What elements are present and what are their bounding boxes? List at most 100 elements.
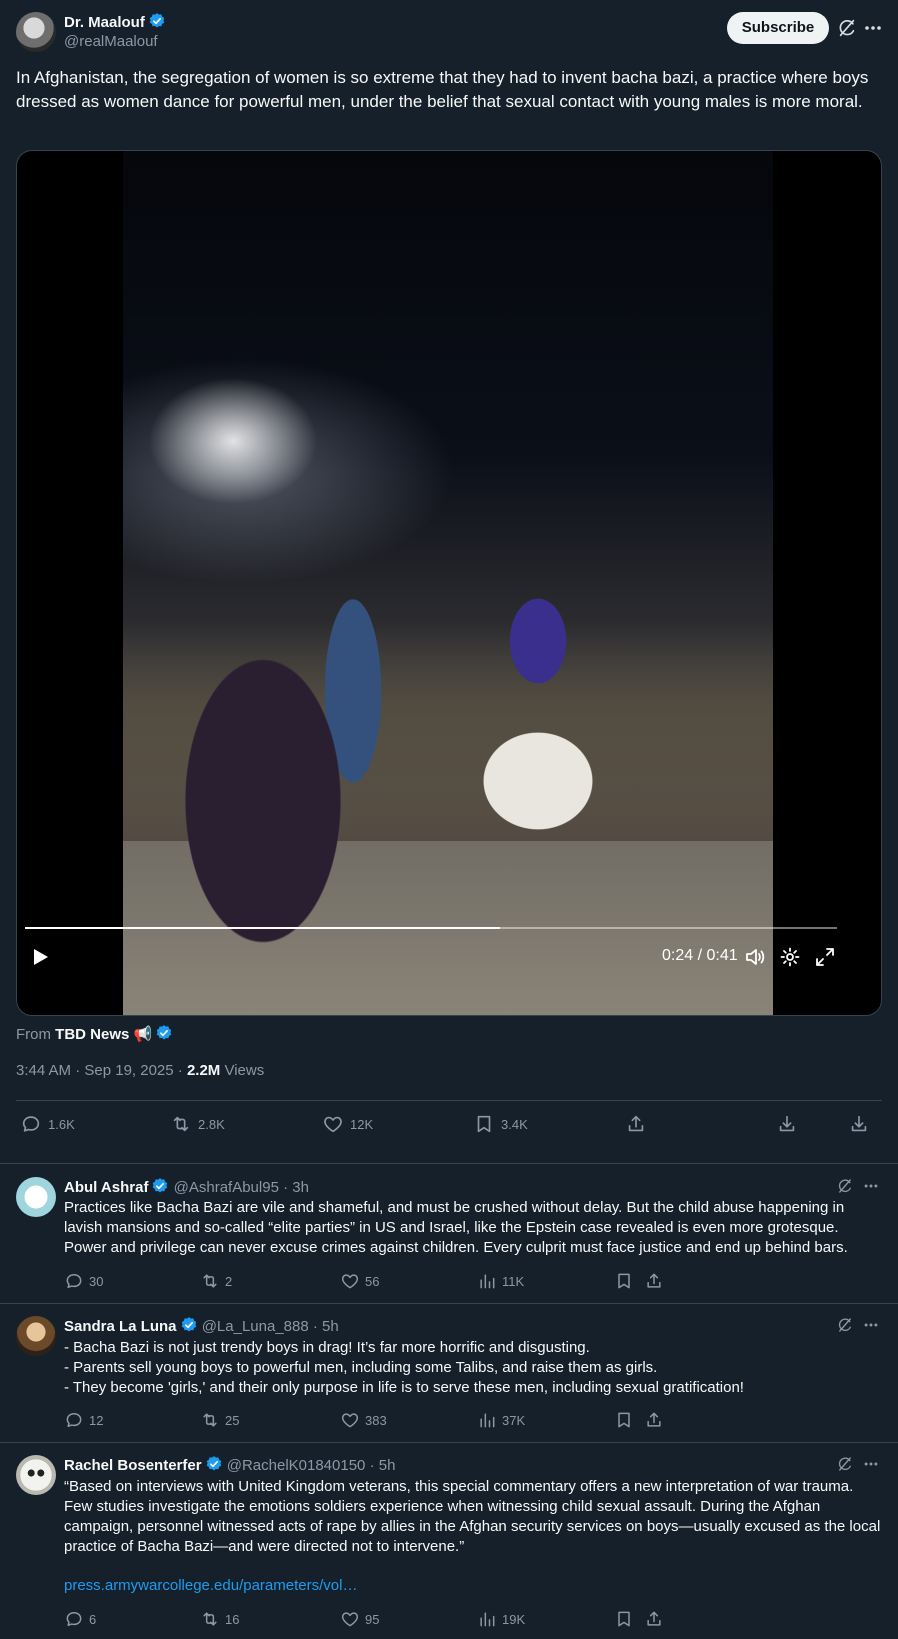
reply-time[interactable]: · 3h: [279, 1179, 309, 1196]
reply-text-line: - Bacha Bazi is not just trendy boys in …: [64, 1339, 590, 1356]
like-icon: [340, 1271, 360, 1291]
more-icon[interactable]: [862, 17, 884, 39]
grok-icon[interactable]: [836, 1455, 858, 1477]
bookmark-button[interactable]: [614, 1410, 639, 1430]
reply-count: 30: [89, 1273, 104, 1289]
grok-icon[interactable]: [836, 1177, 858, 1199]
reply-time[interactable]: · 5h: [309, 1318, 339, 1335]
reply-author-handle[interactable]: @La_Luna_888: [202, 1318, 309, 1335]
views-icon: [477, 1271, 497, 1291]
reply-button[interactable]: 1.6K: [20, 1113, 75, 1135]
like-icon: [340, 1609, 360, 1629]
views-icon: [477, 1609, 497, 1629]
like-count: 383: [365, 1412, 387, 1428]
repost-button[interactable]: 16: [200, 1609, 239, 1629]
from-prefix: From: [16, 1026, 51, 1043]
repost-icon: [200, 1410, 220, 1430]
share-button[interactable]: [644, 1609, 669, 1629]
share-button[interactable]: [625, 1113, 653, 1135]
volume-icon[interactable]: [744, 946, 766, 968]
tweet-timestamp[interactable]: 3:44 AM · Sep 19, 2025 ·: [16, 1062, 187, 1079]
like-button[interactable]: 95: [340, 1609, 379, 1629]
bookmark-button[interactable]: [614, 1609, 639, 1629]
play-icon[interactable]: [29, 946, 51, 968]
like-button[interactable]: 56: [340, 1271, 379, 1291]
share-icon: [644, 1410, 664, 1430]
views-button[interactable]: 11K: [477, 1271, 524, 1291]
verified-badge-icon: [180, 1316, 198, 1334]
views-count: 19K: [502, 1611, 526, 1627]
author-handle[interactable]: @realMaalouf: [64, 33, 158, 50]
reply-author-handle[interactable]: @RachelK01840150: [227, 1457, 366, 1474]
video-progress-fill: [25, 927, 501, 929]
share-button[interactable]: [644, 1271, 669, 1291]
from-attribution: From TBD News 📢: [16, 1024, 173, 1043]
reply-button[interactable]: 12: [64, 1410, 103, 1430]
fullscreen-icon[interactable]: [814, 946, 836, 968]
reply-text-line: - Parents sell young boys to powerful me…: [64, 1359, 658, 1376]
settings-icon[interactable]: [779, 946, 801, 968]
video-time: 0:24 / 0:41: [662, 947, 738, 964]
subscribe-button[interactable]: Subscribe: [727, 12, 829, 44]
author-avatar[interactable]: [16, 12, 56, 52]
views-count: 37K: [502, 1412, 526, 1428]
repost-icon: [200, 1271, 220, 1291]
reply-avatar[interactable]: [16, 1177, 56, 1217]
reply-author-name[interactable]: Sandra La Luna: [64, 1318, 177, 1335]
divider: [0, 1303, 898, 1304]
reply-header: Sandra La Luna @La_Luna_888 · 5h: [64, 1316, 339, 1335]
reply-text: Practices like Bacha Bazi are vile and s…: [64, 1199, 848, 1256]
views-count: 11K: [502, 1273, 525, 1289]
repost-count: 16: [225, 1611, 240, 1627]
download-button[interactable]: [776, 1113, 804, 1135]
video-frame: [123, 151, 773, 1015]
reply-header: Rachel Bosenterfer @RachelK01840150 · 5h: [64, 1455, 395, 1474]
like-count: 56: [365, 1273, 380, 1289]
share-icon: [644, 1271, 664, 1291]
reply-button[interactable]: 30: [64, 1271, 103, 1291]
reply-icon: [20, 1113, 42, 1135]
author-block[interactable]: Dr. Maalouf: [64, 12, 166, 32]
views-icon: [477, 1410, 497, 1430]
bookmark-count: 3.4K: [501, 1116, 528, 1132]
video-player[interactable]: 0:24 / 0:41: [16, 150, 882, 1016]
repost-button[interactable]: 25: [200, 1410, 239, 1430]
like-button[interactable]: 12K: [322, 1113, 373, 1135]
tweet-text: In Afghanistan, the segregation of women…: [16, 68, 869, 111]
bookmark-icon: [614, 1410, 634, 1430]
reply-link[interactable]: press.armywarcollege.edu/parameters/vol…: [64, 1576, 884, 1596]
reply-text: - Bacha Bazi is not just trendy boys in …: [64, 1338, 884, 1398]
divider: [0, 1163, 898, 1164]
views-button[interactable]: 37K: [477, 1410, 525, 1430]
reply-author-handle[interactable]: @AshrafAbul95: [174, 1179, 279, 1196]
share-button[interactable]: [644, 1410, 669, 1430]
more-icon[interactable]: [862, 1177, 884, 1199]
bookmark-icon: [614, 1271, 634, 1291]
grok-icon[interactable]: [836, 17, 858, 39]
reply-time[interactable]: · 5h: [365, 1457, 396, 1474]
share-icon: [625, 1113, 647, 1135]
bookmark-button[interactable]: 3.4K: [473, 1113, 528, 1135]
author-name[interactable]: Dr. Maalouf: [64, 14, 145, 31]
video-dancer: [453, 521, 623, 841]
repost-button[interactable]: 2: [200, 1271, 232, 1291]
views-button[interactable]: 19K: [477, 1609, 525, 1629]
more-icon[interactable]: [862, 1316, 884, 1338]
reply-avatar[interactable]: [16, 1455, 56, 1495]
like-icon: [322, 1113, 344, 1135]
reply-author-name[interactable]: Rachel Bosenterfer: [64, 1457, 202, 1474]
from-source-link[interactable]: TBD News 📢: [55, 1026, 152, 1043]
more-icon[interactable]: [862, 1455, 884, 1477]
repost-button[interactable]: 2.8K: [170, 1113, 225, 1135]
reply-avatar[interactable]: [16, 1316, 56, 1356]
like-button[interactable]: 383: [340, 1410, 387, 1430]
bookmark-button[interactable]: [614, 1271, 639, 1291]
reply-count: 12: [89, 1412, 104, 1428]
divider: [16, 1100, 882, 1101]
download-video-button[interactable]: [848, 1113, 876, 1135]
reply-author-name[interactable]: Abul Ashraf: [64, 1179, 148, 1196]
reply-button[interactable]: 6: [64, 1609, 96, 1629]
verified-badge-icon: [151, 1177, 169, 1195]
video-progress-bar[interactable]: [25, 927, 837, 929]
grok-icon[interactable]: [836, 1316, 858, 1338]
